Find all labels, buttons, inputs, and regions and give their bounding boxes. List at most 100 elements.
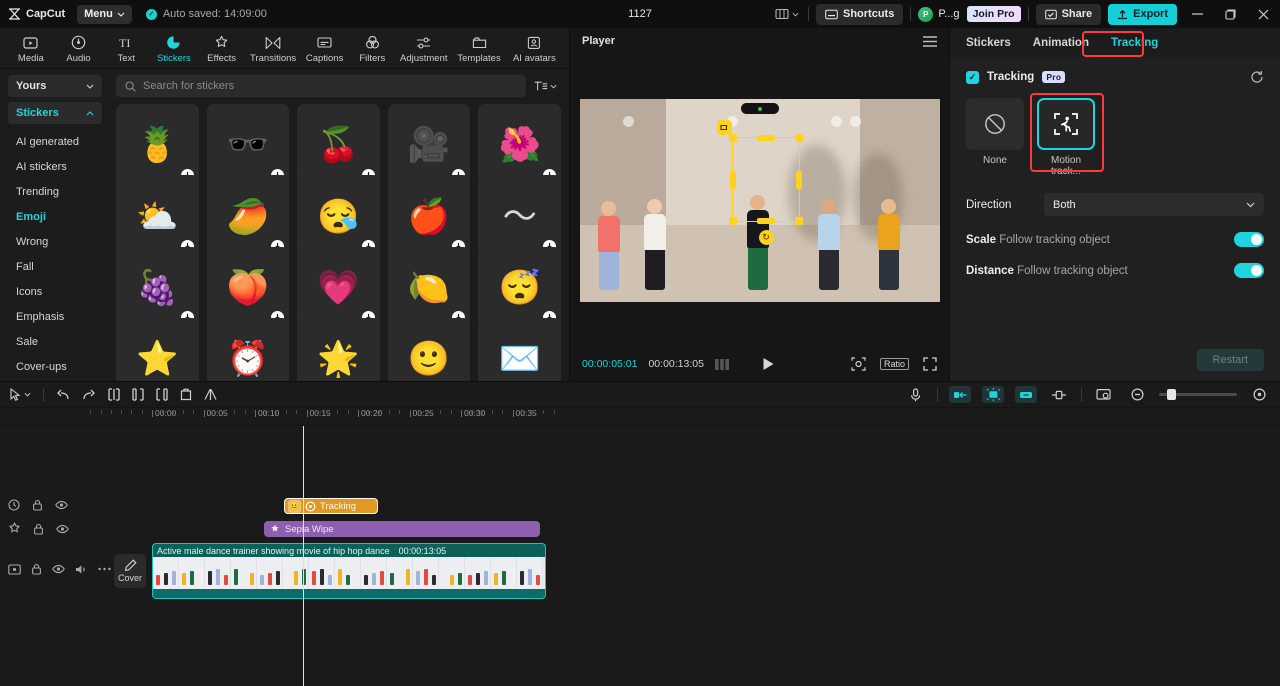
tool-tab-media[interactable]: Media xyxy=(8,33,54,64)
movie-camera-sticker[interactable]: 🎥 xyxy=(387,104,471,187)
tool-tab-audio[interactable]: Audio xyxy=(56,33,102,64)
tool-tab-stickers[interactable]: Stickers xyxy=(151,33,197,64)
cyan-squiggle-sticker[interactable]: 〜 xyxy=(478,175,561,258)
tab-tracking[interactable]: Tracking xyxy=(1111,37,1158,49)
category-item-cover-ups[interactable]: Cover-ups xyxy=(8,354,102,379)
category-item-wrong[interactable]: Wrong xyxy=(8,229,102,254)
keyframe-button[interactable] xyxy=(1048,386,1070,403)
cherry-sticker[interactable]: 🍒 xyxy=(297,104,380,187)
join-pro-button[interactable]: Join Pro xyxy=(966,6,1021,22)
tool-tab-transitions[interactable]: Transitions xyxy=(246,33,299,64)
lock-icon[interactable] xyxy=(33,523,44,535)
zoom-slider-knob[interactable] xyxy=(1167,389,1176,400)
blue-face-sticker[interactable]: 🙂 xyxy=(387,317,471,381)
ratio-button[interactable]: Ratio xyxy=(879,358,909,370)
volume-icon[interactable] xyxy=(75,564,88,575)
grapes-sticker[interactable]: 🍇 xyxy=(116,246,199,330)
scale-toggle[interactable] xyxy=(1234,232,1264,247)
tool-tab-ai-avatars[interactable]: AI avatars xyxy=(508,33,561,64)
effect-icon[interactable] xyxy=(8,522,21,535)
eye-icon[interactable] xyxy=(52,564,65,574)
tool-tab-text[interactable]: TI Text xyxy=(103,33,149,64)
close-button[interactable] xyxy=(1250,4,1276,24)
timeline-zoom-slider[interactable] xyxy=(1159,389,1237,400)
tracking-mode-motion[interactable]: Motion track... xyxy=(1037,98,1095,177)
category-stickers[interactable]: Stickers xyxy=(8,102,102,124)
category-item-icons[interactable]: Icons xyxy=(8,279,102,304)
layout-button[interactable] xyxy=(773,8,801,20)
select-tool[interactable] xyxy=(10,388,31,401)
fit-timeline-button[interactable] xyxy=(1093,386,1115,403)
play-button[interactable] xyxy=(762,357,775,371)
orange-star-sticker[interactable]: ⭐ xyxy=(116,317,199,381)
motion-track-mode-tile[interactable] xyxy=(1037,98,1095,150)
sun-behind-cloud-sticker[interactable]: ⛅ xyxy=(116,175,199,258)
hamburger-icon[interactable] xyxy=(923,35,937,47)
sleepy-face-sticker[interactable]: 😪 xyxy=(297,175,380,258)
crop-zoom-icon[interactable] xyxy=(851,357,866,371)
timeline-ruler[interactable]: 00:00 00:05 00:10 00:15 00:20 00:25 00:30 00:35 xyxy=(0,408,1280,426)
lock-icon[interactable] xyxy=(31,563,42,575)
account-button[interactable]: P P...g xyxy=(918,6,960,22)
pineapple-sticker[interactable]: 🍍 xyxy=(116,104,199,187)
link-button[interactable] xyxy=(1015,386,1037,403)
effect-clip[interactable]: Sepia Wipe xyxy=(264,521,540,537)
category-item-emoji[interactable]: Emoji xyxy=(8,204,102,229)
pink-blob-sticker[interactable]: 💗 xyxy=(297,246,380,330)
share-button[interactable]: Share xyxy=(1035,3,1102,25)
zoom-in-button[interactable] xyxy=(1248,386,1270,403)
clock-icon[interactable] xyxy=(8,499,20,511)
menu-button[interactable]: Menu xyxy=(77,4,132,24)
paper-plane-sticker[interactable]: ✉️ xyxy=(478,317,561,381)
tool-tab-filters[interactable]: Filters xyxy=(349,33,395,64)
eye-icon[interactable] xyxy=(55,500,68,510)
export-button[interactable]: Export xyxy=(1108,3,1177,25)
sticker-clip[interactable]: 😐 Tracking xyxy=(284,498,378,514)
reset-icon[interactable] xyxy=(1250,70,1264,84)
lock-icon[interactable] xyxy=(32,499,43,511)
zoom-out-button[interactable] xyxy=(1126,386,1148,403)
frames-icon[interactable] xyxy=(714,358,729,370)
cover-button[interactable]: Cover xyxy=(114,554,146,588)
trim-right-button[interactable] xyxy=(156,388,168,401)
none-mode-tile[interactable] xyxy=(966,98,1024,150)
rotate-handle[interactable]: ↻ xyxy=(758,230,774,245)
green-star-sticker[interactable]: 🌟 xyxy=(297,317,380,381)
delete-button[interactable] xyxy=(180,388,192,401)
playhead[interactable] xyxy=(303,426,304,686)
eye-icon[interactable] xyxy=(56,524,69,534)
sunglasses-eyes-sticker[interactable]: 🕶️ xyxy=(206,104,290,187)
snap-button[interactable] xyxy=(982,386,1004,403)
maximize-button[interactable] xyxy=(1217,4,1243,24)
more-icon[interactable] xyxy=(98,567,111,571)
lemon-badge-sticker[interactable]: 🍋 xyxy=(387,246,471,330)
sleeping-blue-sticker[interactable]: 😴 xyxy=(478,246,561,330)
category-yours[interactable]: Yours xyxy=(8,75,102,97)
canvas-sticker-badge[interactable] xyxy=(716,120,732,135)
video-clip[interactable]: Active male dance trainer showing movie … xyxy=(152,543,546,599)
undo-button[interactable] xyxy=(56,389,70,401)
auto-cut-button[interactable] xyxy=(949,386,971,403)
redo-button[interactable] xyxy=(82,389,96,401)
apple-sticker[interactable]: 🍎 xyxy=(387,175,471,258)
video-icon[interactable] xyxy=(8,563,21,575)
search-input[interactable]: Search for stickers xyxy=(116,75,526,97)
category-item-fall[interactable]: Fall xyxy=(8,254,102,279)
selection-box[interactable]: ↻ xyxy=(728,134,803,245)
tracking-checkbox[interactable]: ✓ xyxy=(966,70,979,84)
mirror-button[interactable] xyxy=(204,388,217,401)
red-flower-sticker[interactable]: 🌺 xyxy=(478,104,561,187)
tab-stickers[interactable]: Stickers xyxy=(966,37,1011,49)
split-button[interactable] xyxy=(108,388,120,401)
tool-tab-effects[interactable]: Effects xyxy=(199,33,245,64)
category-item-sale[interactable]: Sale xyxy=(8,329,102,354)
direction-select[interactable]: Both xyxy=(1044,193,1264,216)
minimize-button[interactable] xyxy=(1184,4,1210,24)
alarm-clock-sticker[interactable]: ⏰ xyxy=(206,317,290,381)
record-voiceover-button[interactable] xyxy=(904,386,926,403)
sort-filter-button[interactable] xyxy=(534,80,561,92)
category-item-trending[interactable]: Trending xyxy=(8,179,102,204)
category-item-ai-generated[interactable]: AI generated xyxy=(8,129,102,154)
video-canvas[interactable]: ↻ xyxy=(579,99,940,302)
tracking-mode-none[interactable]: None xyxy=(966,98,1024,177)
